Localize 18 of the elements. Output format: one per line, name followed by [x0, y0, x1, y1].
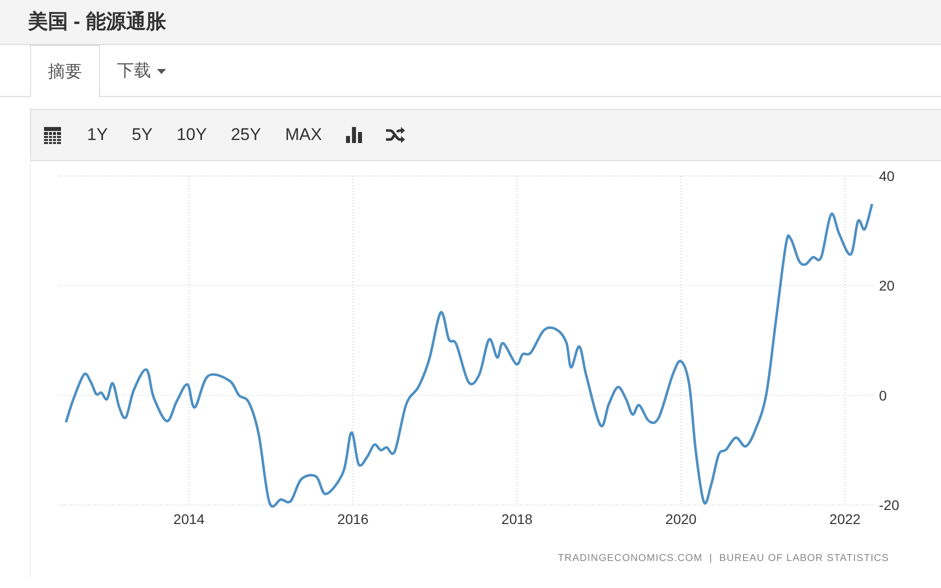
range-button[interactable]: 10Y [176, 122, 207, 148]
y-axis-label: 0 [879, 387, 887, 404]
x-axis-label: 2022 [829, 511, 861, 527]
range-button[interactable]: MAX [285, 122, 322, 148]
range-button[interactable]: 1Y [87, 122, 108, 148]
range-button[interactable]: 25Y [230, 122, 262, 148]
y-axis-label: 40 [879, 168, 895, 184]
source-credit: TRADINGECONOMICS.COM | BUREAU OF LABOR STATISTICS [558, 553, 889, 564]
x-axis-label: 2020 [665, 511, 697, 527]
x-axis-label: 2016 [337, 511, 369, 527]
page-title: 美国 - 能源通胀 [28, 10, 166, 35]
tab[interactable]: 摘要 [30, 45, 100, 98]
range-button[interactable]: 5Y [132, 122, 153, 148]
x-axis-label: 2018 [501, 511, 533, 527]
x-axis-label: 2014 [173, 511, 205, 527]
tab[interactable]: 下载 [100, 45, 183, 97]
y-axis-label: -20 [879, 497, 900, 513]
y-axis-label: 20 [879, 278, 895, 294]
